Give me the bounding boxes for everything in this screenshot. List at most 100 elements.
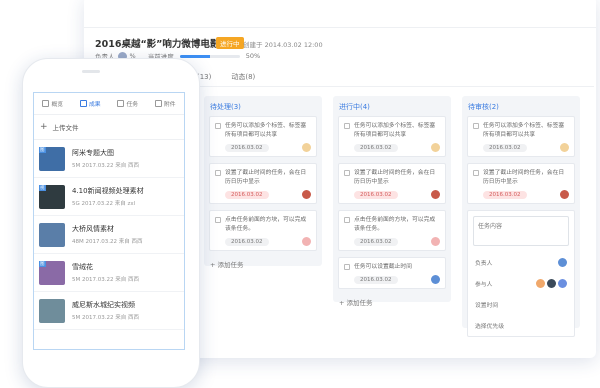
form-priority-row[interactable]: 选择优先级 [468, 315, 574, 336]
form-time-row[interactable]: 设置时间 [468, 294, 574, 315]
task-checkbox[interactable] [215, 217, 221, 223]
task-card[interactable]: 任务可以设置截止时间 2016.03.02 [338, 257, 446, 289]
mobile-tabs: 概览 成果 任务 附件 [34, 93, 184, 115]
tab-activity[interactable]: 动态(8) [231, 72, 255, 82]
assignee-avatar [560, 190, 569, 199]
assignee-avatar [302, 143, 311, 152]
form-priority-label: 选择优先级 [475, 324, 504, 330]
top-bar [84, 0, 596, 28]
task-checkbox[interactable] [344, 264, 350, 270]
task-text: 任务可以添加多个标签、标签塞所有项目都可以共享 [354, 123, 436, 138]
task-date: 2016.03.02 [354, 275, 398, 284]
file-thumbnail: 视 [39, 184, 65, 209]
task-card[interactable]: 设置了截止时间的任务，会在日历日历中显示 2016.03.02 [338, 163, 446, 204]
file-name: 大桥风情素材 [72, 225, 114, 233]
new-task-form: 任务内容 负责人 参与人 设置时间 选择优先级 [467, 210, 575, 337]
task-card[interactable]: 任务可以添加多个标签、标签塞所有项目都可以共享 2016.03.02 [467, 116, 575, 157]
phone-speaker [82, 70, 100, 73]
mobile-tab-results[interactable]: 成果 [79, 99, 101, 108]
task-checkbox[interactable] [473, 123, 479, 129]
participant-avatar [536, 279, 545, 288]
status-badge: 进行中 [216, 37, 244, 49]
add-task-button[interactable]: + 添加任务 [333, 295, 451, 315]
column-doing: 进行中(4) 任务可以添加多个标签、标签塞所有项目都可以共享 2016.03.0… [333, 96, 451, 307]
file-meta: 5M 2017.03.22 来自 西西 [72, 163, 139, 169]
file-thumbnail: 图 [39, 146, 65, 171]
file-meta: 5M 2017.03.22 来自 西西 [72, 315, 139, 321]
task-content-input[interactable]: 任务内容 [473, 216, 569, 246]
participant-avatar [547, 279, 556, 288]
add-participant-icon[interactable] [558, 279, 567, 288]
assignee-avatar [431, 143, 440, 152]
task-date: 2016.03.02 [225, 143, 269, 152]
file-item[interactable]: 视 4.10新闻视频处理素材 5G 2017.03.22 来自 zxl [34, 178, 184, 216]
tab-label: 附件 [163, 102, 176, 108]
mobile-tab-overview[interactable]: 概览 [42, 99, 63, 108]
mobile-screen: 概览 成果 任务 附件 + 上传文件 图 阿米专题大图 5M 2017.03.22 … [33, 92, 185, 350]
file-item[interactable]: 大桥风情素材 48M 2017.03.22 来自 西西 [34, 216, 184, 254]
assignee-avatar [302, 190, 311, 199]
task-checkbox[interactable] [344, 170, 350, 176]
file-item[interactable]: 图 阿米专题大图 5M 2017.03.22 来自 西西 [34, 140, 184, 178]
upload-file-button[interactable]: + 上传文件 [34, 115, 184, 140]
tasks-icon [117, 100, 125, 107]
column-header: 待审核(2) [468, 103, 499, 111]
form-owner-label: 负责人 [475, 261, 493, 267]
file-list: 图阿米专题大图 5M 2017.03.22 来自 西西视 4.10新闻视频处理素材 5… [34, 140, 184, 330]
task-card[interactable]: 点击任务前面的方块，可以完成该条任务。 2016.03.02 [338, 210, 446, 251]
tab-label: 任务 [126, 102, 139, 108]
task-checkbox[interactable] [215, 170, 221, 176]
task-text: 任务可以设置截止时间 [354, 264, 412, 270]
assignee-avatar [302, 237, 311, 246]
column-review: 待审核(2) 任务可以添加多个标签、标签塞所有项目都可以共享 2016.03.0… [462, 96, 580, 337]
file-type-tag: 图 [39, 260, 46, 267]
file-meta: 5G 2017.03.22 来自 zxl [72, 201, 136, 207]
file-item[interactable]: 威尼斯水城纪实视频 5M 2017.03.22 来自 西西 [34, 292, 184, 330]
form-owner-row[interactable]: 负责人 [468, 252, 574, 273]
add-task-button[interactable]: + 添加任务 [204, 257, 322, 277]
column-header: 进行中(4) [339, 103, 370, 111]
task-date: 2016.03.02 [225, 237, 269, 246]
results-icon [79, 100, 87, 107]
task-date: 2016.03.02 [354, 237, 398, 246]
tab-label: 概览 [51, 102, 64, 108]
task-checkbox[interactable] [473, 170, 479, 176]
file-name: 威尼斯水城纪实视频 [72, 301, 135, 309]
file-meta: 48M 2017.03.22 来自 西西 [72, 239, 143, 245]
task-checkbox[interactable] [344, 123, 350, 129]
task-date: 2016.03.02 [483, 190, 527, 199]
task-date: 2016.03.02 [483, 143, 527, 152]
owner-avatar[interactable] [558, 258, 567, 267]
task-text: 任务可以添加多个标签、标签塞所有项目都可以共享 [225, 123, 307, 138]
mobile-tab-tasks[interactable]: 任务 [117, 99, 138, 108]
file-thumbnail: 图 [39, 260, 65, 285]
file-thumbnail [39, 222, 65, 247]
assignee-avatar [560, 143, 569, 152]
form-time-label: 设置时间 [475, 303, 499, 309]
task-card[interactable]: 设置了截止时间的任务，会在日历日历中显示 2016.03.02 [467, 163, 575, 204]
file-type-tag: 视 [39, 184, 46, 191]
column-todo: 待处理(3) 任务可以添加多个标签、标签塞所有项目都可以共享 2016.03.0… [204, 96, 322, 269]
task-card[interactable]: 点击任务前面的方块，可以完成该条任务。 2016.03.02 [209, 210, 317, 251]
task-card[interactable]: 任务可以添加多个标签、标签塞所有项目都可以共享 2016.03.02 [338, 116, 446, 157]
mobile-tab-attachments[interactable]: 附件 [154, 99, 176, 108]
task-date: 2016.03.02 [225, 190, 269, 199]
task-date: 2016.03.02 [354, 143, 398, 152]
overview-icon [42, 100, 50, 107]
task-card[interactable]: 设置了截止时间的任务，会在日历日历中显示 2016.03.02 [209, 163, 317, 204]
task-text: 点击任务前面的方块，可以完成该条任务。 [225, 217, 307, 232]
file-name: 4.10新闻视频处理素材 [72, 187, 144, 195]
attachment-icon [154, 100, 162, 107]
task-text: 设置了截止时间的任务，会在日历日历中显示 [225, 170, 307, 185]
task-text: 点击任务前面的方块，可以完成该条任务。 [354, 217, 436, 232]
form-participants-row[interactable]: 参与人 [468, 273, 574, 294]
task-checkbox[interactable] [215, 123, 221, 129]
file-item[interactable]: 图 雪绒花 5M 2017.03.22 来自 西西 [34, 254, 184, 292]
task-date: 2016.03.02 [354, 190, 398, 199]
progress-bar [179, 54, 240, 58]
task-card[interactable]: 任务可以添加多个标签、标签塞所有项目都可以共享 2016.03.02 [209, 116, 317, 157]
task-text: 设置了截止时间的任务，会在日历日历中显示 [354, 170, 436, 185]
created-time: 创建于 2014.03.02 12:00 [243, 41, 323, 49]
task-checkbox[interactable] [344, 217, 350, 223]
file-thumbnail [39, 298, 65, 323]
